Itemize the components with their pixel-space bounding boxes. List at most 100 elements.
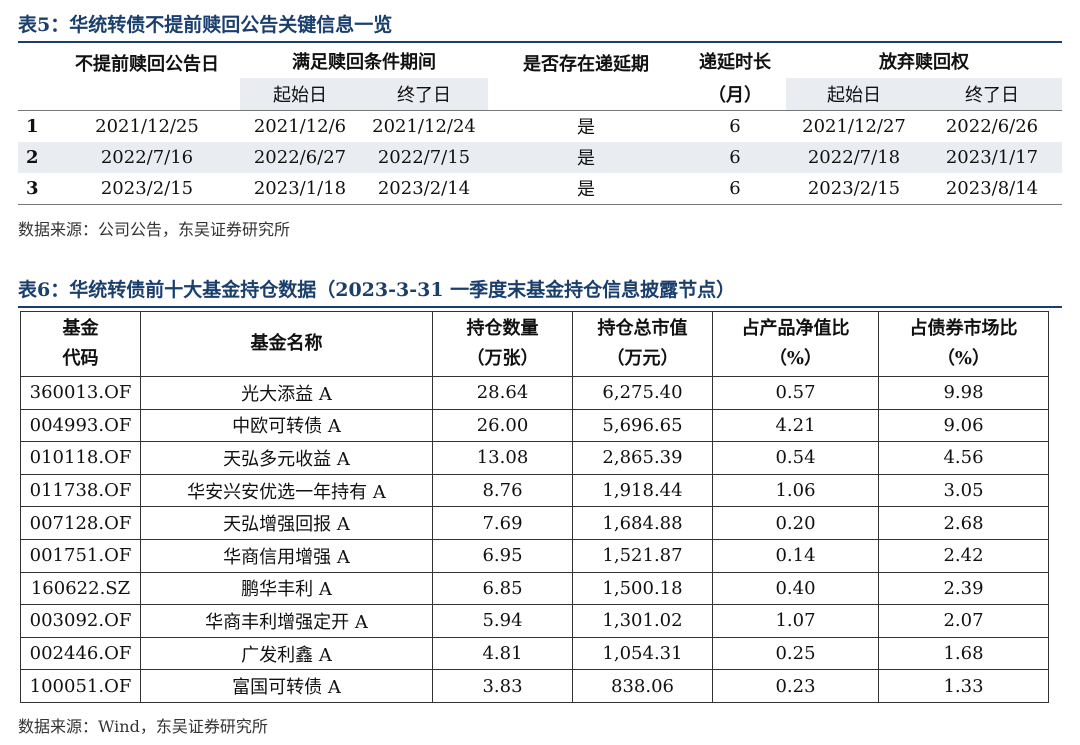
header-fund-code: 基金 代码 bbox=[20, 311, 141, 377]
holding-qty: 6.85 bbox=[432, 571, 573, 606]
fund-name: 广发利鑫 A bbox=[140, 636, 433, 671]
fund-code: 160622.SZ bbox=[20, 571, 141, 606]
nav-ratio: 0.25 bbox=[712, 636, 879, 671]
fund-code: 007128.OF bbox=[20, 506, 141, 540]
fund-code: 011738.OF bbox=[20, 473, 141, 508]
table6-top-rule bbox=[18, 306, 1062, 308]
header-waive-start: 起始日 bbox=[786, 78, 922, 110]
market-value: 6,275.40 bbox=[572, 376, 713, 410]
holding-qty: 13.08 bbox=[432, 441, 573, 475]
table5: 不提前赎回公告日 满足赎回条件期间 是否存在递延期 递延时长 放弃赎回权 起始日… bbox=[18, 44, 1062, 205]
extension-length: 6 bbox=[684, 109, 786, 142]
holding-qty: 6.95 bbox=[432, 538, 573, 573]
waive-start: 2023/2/15 bbox=[786, 172, 922, 205]
fund-name: 富国可转债 A bbox=[140, 669, 433, 703]
header-condition-period: 满足赎回条件期间 bbox=[292, 52, 436, 73]
nav-ratio: 0.20 bbox=[712, 506, 879, 540]
table5-source-note: 数据来源：公司公告，东吴证券研究所 bbox=[18, 220, 291, 239]
market-value: 5,696.65 bbox=[572, 408, 713, 443]
table6-row: 004993.OF 中欧可转债 A 26.00 5,696.65 4.21 9.06 bbox=[20, 408, 1049, 443]
has-extension: 是 bbox=[488, 172, 684, 205]
fund-code: 001751.OF bbox=[20, 538, 141, 573]
fund-name: 华安兴安优选一年持有 A bbox=[140, 473, 433, 508]
market-value: 838.06 bbox=[572, 669, 713, 703]
header-holding-qty: 持仓数量 （万张） bbox=[432, 311, 573, 377]
bond-ratio: 2.42 bbox=[878, 538, 1049, 573]
header-bond-ratio: 占债券市场比 （%） bbox=[878, 311, 1049, 377]
market-value: 1,918.44 bbox=[572, 473, 713, 508]
table6-source-note: 数据来源：Wind，东吴证券研究所 bbox=[18, 717, 268, 736]
header-announce-date: 不提前赎回公告日 bbox=[75, 54, 219, 75]
market-value: 1,521.87 bbox=[572, 538, 713, 573]
waive-start: 2022/7/18 bbox=[786, 141, 922, 173]
waive-end: 2023/1/17 bbox=[922, 141, 1062, 173]
bond-ratio: 9.98 bbox=[878, 376, 1049, 410]
header-has-extension: 是否存在递延期 bbox=[523, 54, 649, 75]
condition-start: 2023/1/18 bbox=[240, 172, 360, 205]
table6-row: 160622.SZ 鹏华丰利 A 6.85 1,500.18 0.40 2.39 bbox=[20, 571, 1049, 606]
table5-row: 2 2022/7/16 2022/6/27 2022/7/15 是 6 2022… bbox=[18, 141, 1062, 173]
condition-start: 2021/12/6 bbox=[240, 109, 360, 142]
market-value: 1,500.18 bbox=[572, 571, 713, 606]
fund-code: 100051.OF bbox=[20, 669, 141, 703]
bond-ratio: 2.07 bbox=[878, 604, 1049, 638]
bond-ratio: 9.06 bbox=[878, 408, 1049, 443]
fund-code: 002446.OF bbox=[20, 636, 141, 671]
bond-ratio: 1.33 bbox=[878, 669, 1049, 703]
fund-code: 004993.OF bbox=[20, 408, 141, 443]
fund-name: 鹏华丰利 A bbox=[140, 571, 433, 606]
table6-row: 011738.OF 华安兴安优选一年持有 A 8.76 1,918.44 1.06 3.0… bbox=[20, 473, 1049, 508]
market-value: 1,684.88 bbox=[572, 506, 713, 540]
waive-start: 2021/12/27 bbox=[786, 109, 922, 142]
fund-name: 华商信用增强 A bbox=[140, 538, 433, 573]
holding-qty: 8.76 bbox=[432, 473, 573, 508]
table6-row: 100051.OF 富国可转债 A 3.83 838.06 0.23 1.33 bbox=[20, 669, 1049, 703]
has-extension: 是 bbox=[488, 141, 684, 173]
bond-ratio: 2.68 bbox=[878, 506, 1049, 540]
header-nav-ratio: 占产品净值比 （%） bbox=[712, 311, 879, 377]
bond-ratio: 4.56 bbox=[878, 441, 1049, 475]
holding-qty: 3.83 bbox=[432, 669, 573, 703]
holding-qty: 5.94 bbox=[432, 604, 573, 638]
header-extension-unit: （月） bbox=[708, 84, 762, 106]
holding-qty: 26.00 bbox=[432, 408, 573, 443]
fund-name: 中欧可转债 A bbox=[140, 408, 433, 443]
row-index: 3 bbox=[18, 172, 54, 205]
header-market-value: 持仓总市值 （万元） bbox=[572, 311, 713, 377]
has-extension: 是 bbox=[488, 109, 684, 142]
nav-ratio: 4.21 bbox=[712, 408, 879, 443]
condition-end: 2022/7/15 bbox=[360, 141, 488, 173]
header-waive-right: 放弃赎回权 bbox=[879, 52, 969, 73]
waive-end: 2022/6/26 bbox=[922, 109, 1062, 142]
waive-end: 2023/8/14 bbox=[922, 172, 1062, 205]
table6-row: 010118.OF 天弘多元收益 A 13.08 2,865.39 0.54 4.56 bbox=[20, 441, 1049, 475]
condition-start: 2022/6/27 bbox=[240, 141, 360, 173]
row-index: 2 bbox=[18, 141, 54, 173]
table6-row: 003092.OF 华商丰利增强定开 A 5.94 1,301.02 1.07 2.07 bbox=[20, 604, 1049, 638]
table5-header-row: 不提前赎回公告日 满足赎回条件期间 是否存在递延期 递延时长 放弃赎回权 bbox=[18, 44, 1062, 78]
fund-code: 360013.OF bbox=[20, 376, 141, 410]
table5-row: 1 2021/12/25 2021/12/6 2021/12/24 是 6 20… bbox=[18, 109, 1062, 142]
header-cond-start: 起始日 bbox=[240, 78, 360, 110]
nav-ratio: 0.14 bbox=[712, 538, 879, 573]
extension-length: 6 bbox=[684, 141, 786, 173]
market-value: 1,301.02 bbox=[572, 604, 713, 638]
holding-qty: 7.69 bbox=[432, 506, 573, 540]
condition-end: 2021/12/24 bbox=[360, 109, 488, 142]
table6-header-row: 基金 代码 基金名称 持仓数量 （万张） 持仓总市值 （万元） 占产品净值比 （%） 占… bbox=[20, 311, 1049, 377]
table5-top-rule bbox=[18, 41, 1062, 43]
table6-row: 001751.OF 华商信用增强 A 6.95 1,521.87 0.14 2.42 bbox=[20, 538, 1049, 573]
bond-ratio: 1.68 bbox=[878, 636, 1049, 671]
nav-ratio: 1.06 bbox=[712, 473, 879, 508]
fund-name: 天弘增强回报 A bbox=[140, 506, 433, 540]
table6-row: 002446.OF 广发利鑫 A 4.81 1,054.31 0.25 1.68 bbox=[20, 636, 1049, 671]
fund-name: 天弘多元收益 A bbox=[140, 441, 433, 475]
nav-ratio: 0.54 bbox=[712, 441, 879, 475]
table5-caption: 表5：华统转债不提前赎回公告关键信息一览 bbox=[18, 14, 393, 36]
announce-date: 2023/2/15 bbox=[54, 172, 240, 205]
header-waive-end: 终了日 bbox=[922, 78, 1062, 110]
announce-date: 2021/12/25 bbox=[54, 109, 240, 142]
condition-end: 2023/2/14 bbox=[360, 172, 488, 205]
nav-ratio: 0.23 bbox=[712, 669, 879, 703]
table5-row: 3 2023/2/15 2023/1/18 2023/2/14 是 6 2023… bbox=[18, 172, 1062, 205]
